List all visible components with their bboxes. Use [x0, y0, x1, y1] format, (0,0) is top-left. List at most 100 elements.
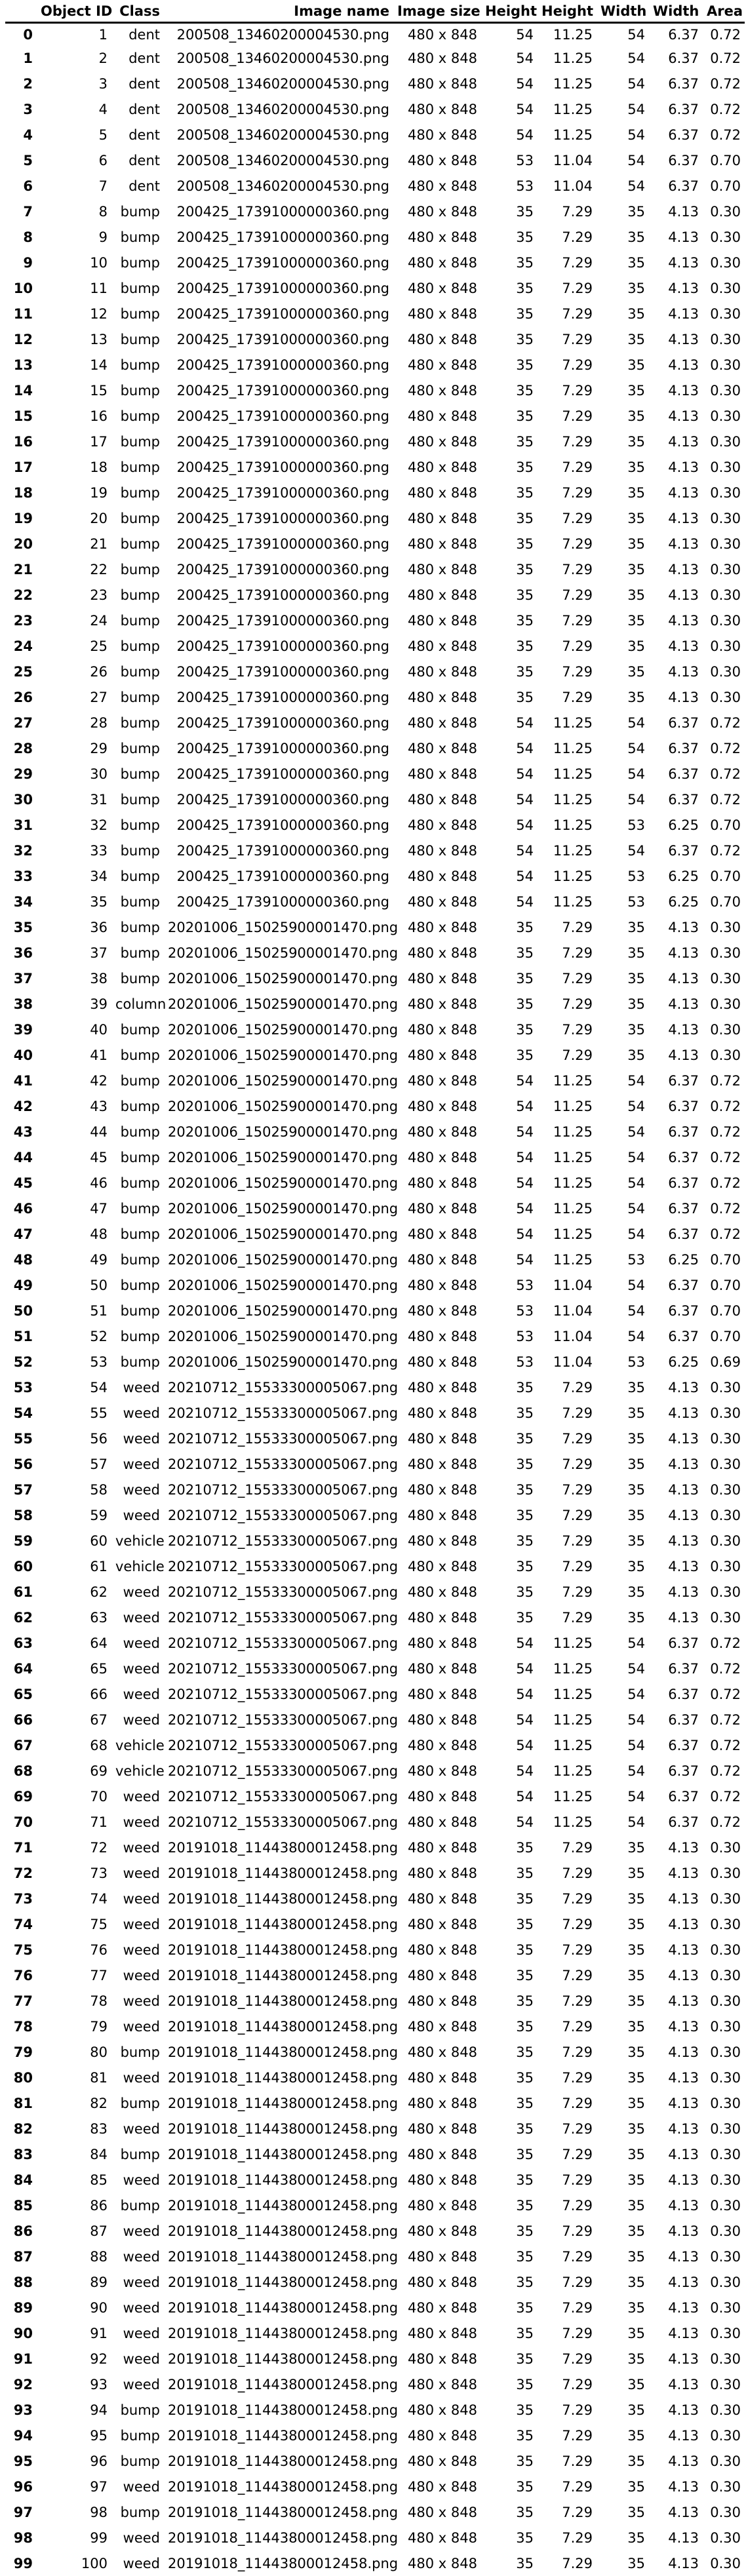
row-index: 28 — [5, 735, 37, 761]
width-px-cell: 35 — [597, 378, 649, 403]
height-pct-cell: 11.04 — [538, 1349, 597, 1375]
height-pct-cell: 11.25 — [538, 1681, 597, 1707]
width-pct-cell: 4.13 — [649, 966, 703, 991]
height-px-cell: 35 — [481, 2193, 538, 2218]
height-pct-cell: 7.29 — [538, 2448, 597, 2474]
width-pct-cell: 4.13 — [649, 2474, 703, 2499]
height-px-cell: 35 — [481, 2295, 538, 2320]
height-px-cell: 35 — [481, 914, 538, 940]
object-id-cell: 66 — [37, 1681, 111, 1707]
width-pct-cell: 4.13 — [649, 403, 703, 429]
object-id-cell: 89 — [37, 2269, 111, 2295]
image-size-cell: 480 x 848 — [393, 1426, 481, 1451]
image-size-cell: 480 x 848 — [393, 2167, 481, 2193]
height-px-cell: 35 — [481, 2550, 538, 2576]
area-cell: 0.30 — [703, 2039, 745, 2065]
row-index: 94 — [5, 2423, 37, 2448]
image-name-cell: 20201006_15025900001470.png — [164, 1196, 393, 1221]
image-size-cell: 480 x 848 — [393, 429, 481, 454]
image-size-cell: 480 x 848 — [393, 326, 481, 352]
class-cell: bump — [111, 2193, 164, 2218]
width-px-cell: 35 — [597, 1528, 649, 1553]
width-px-cell: 54 — [597, 147, 649, 173]
class-cell: weed — [111, 2244, 164, 2269]
width-px-cell: 35 — [597, 2423, 649, 2448]
width-pct-cell: 4.13 — [649, 582, 703, 608]
area-cell: 0.30 — [703, 2244, 745, 2269]
height-px-cell: 54 — [481, 1196, 538, 1221]
width-pct-cell: 4.13 — [649, 2167, 703, 2193]
image-size-cell: 480 x 848 — [393, 2218, 481, 2244]
table-row: 7576weed20191018_11443800012458.png480 x… — [5, 1937, 745, 1962]
image-size-cell: 480 x 848 — [393, 2039, 481, 2065]
area-cell: 0.72 — [703, 1144, 745, 1170]
object-id-cell: 99 — [37, 2525, 111, 2550]
width-pct-cell: 6.25 — [649, 1247, 703, 1272]
object-id-cell: 84 — [37, 2141, 111, 2167]
height-px-cell: 54 — [481, 1093, 538, 1119]
width-px-cell: 35 — [597, 2218, 649, 2244]
class-cell: dent — [111, 173, 164, 199]
width-pct-cell: 4.13 — [649, 940, 703, 966]
width-px-cell: 35 — [597, 2499, 649, 2525]
height-px-cell: 35 — [481, 1042, 538, 1068]
image-name-cell: 200425_17391000000360.png — [164, 863, 393, 889]
table-row: 6162weed20210712_15533300005067.png480 x… — [5, 1579, 745, 1605]
class-cell: bump — [111, 480, 164, 505]
table-row: 5152bump20201006_15025900001470.png480 x… — [5, 1323, 745, 1349]
row-index: 67 — [5, 1732, 37, 1758]
height-px-cell: 35 — [481, 2090, 538, 2116]
height-pct-cell: 11.25 — [538, 1707, 597, 1732]
width-pct-cell: 6.25 — [649, 863, 703, 889]
height-pct-cell: 11.25 — [538, 71, 597, 96]
width-pct-cell: 4.13 — [649, 1042, 703, 1068]
class-cell: weed — [111, 1962, 164, 1988]
width-px-cell: 54 — [597, 1809, 649, 1835]
image-name-cell: 200425_17391000000360.png — [164, 659, 393, 684]
table-row: 89bump200425_17391000000360.png480 x 848… — [5, 224, 745, 250]
height-pct-cell: 7.29 — [538, 684, 597, 710]
area-cell: 0.72 — [703, 1809, 745, 1835]
table-row: 2829bump200425_17391000000360.png480 x 8… — [5, 735, 745, 761]
row-index: 81 — [5, 2090, 37, 2116]
table-row: 8081weed20191018_11443800012458.png480 x… — [5, 2065, 745, 2090]
height-px-cell: 54 — [481, 761, 538, 787]
width-pct-cell: 4.13 — [649, 2218, 703, 2244]
object-id-cell: 80 — [37, 2039, 111, 2065]
row-index: 25 — [5, 659, 37, 684]
row-index: 37 — [5, 966, 37, 991]
width-px-cell: 35 — [597, 684, 649, 710]
area-cell: 0.70 — [703, 1298, 745, 1323]
width-pct-cell: 6.37 — [649, 1707, 703, 1732]
image-name-cell: 20210712_15533300005067.png — [164, 1477, 393, 1502]
width-pct-cell: 4.13 — [649, 454, 703, 480]
row-index: 86 — [5, 2218, 37, 2244]
class-cell: bump — [111, 2039, 164, 2065]
object-id-cell: 38 — [37, 966, 111, 991]
height-px-cell: 35 — [481, 1553, 538, 1579]
table-row: 3132bump200425_17391000000360.png480 x 8… — [5, 812, 745, 838]
object-id-cell: 51 — [37, 1298, 111, 1323]
height-px-cell: 35 — [481, 940, 538, 966]
row-index: 29 — [5, 761, 37, 787]
image-size-cell: 480 x 848 — [393, 1886, 481, 1911]
height-px-cell: 54 — [481, 863, 538, 889]
object-id-cell: 46 — [37, 1170, 111, 1196]
image-size-cell: 480 x 848 — [393, 454, 481, 480]
row-index: 82 — [5, 2116, 37, 2141]
row-index: 90 — [5, 2320, 37, 2346]
object-id-cell: 28 — [37, 710, 111, 735]
row-index: 19 — [5, 505, 37, 531]
image-name-cell: 20191018_11443800012458.png — [164, 1886, 393, 1911]
height-pct-cell: 7.29 — [538, 2167, 597, 2193]
row-index: 91 — [5, 2346, 37, 2371]
area-cell: 0.30 — [703, 2474, 745, 2499]
width-pct-cell: 4.13 — [649, 1911, 703, 1937]
width-px-cell: 35 — [597, 403, 649, 429]
image-name-cell: 200425_17391000000360.png — [164, 761, 393, 787]
height-pct-cell: 7.29 — [538, 301, 597, 326]
image-size-cell: 480 x 848 — [393, 1835, 481, 1860]
class-cell: bump — [111, 224, 164, 250]
width-pct-cell: 4.13 — [649, 991, 703, 1017]
class-cell: bump — [111, 429, 164, 454]
